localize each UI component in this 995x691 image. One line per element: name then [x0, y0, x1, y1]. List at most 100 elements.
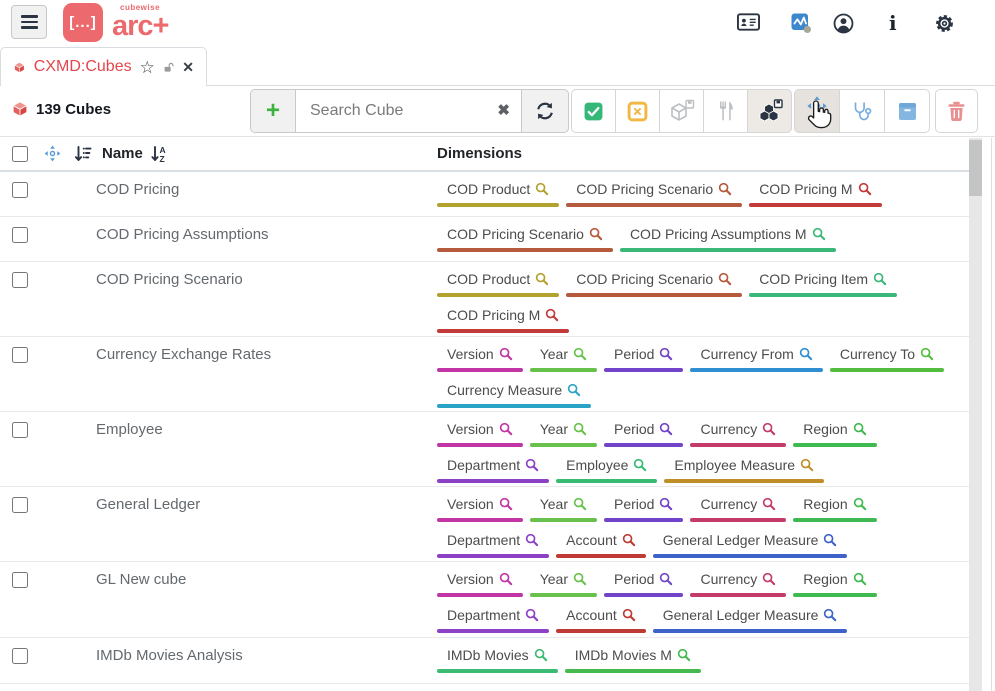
search-icon[interactable] — [622, 608, 636, 622]
dimension-chip[interactable]: Region — [793, 568, 876, 597]
search-icon[interactable] — [718, 272, 732, 286]
search-icon[interactable] — [545, 308, 559, 322]
search-icon[interactable] — [573, 422, 587, 436]
dimension-chip[interactable]: Department — [437, 454, 549, 483]
row-checkbox[interactable] — [12, 182, 28, 198]
user-icon[interactable] — [833, 13, 854, 34]
search-icon[interactable] — [535, 182, 549, 196]
search-icon[interactable] — [534, 648, 548, 662]
search-icon[interactable] — [920, 347, 934, 361]
stethoscope-button[interactable] — [839, 89, 885, 133]
row-checkbox[interactable] — [12, 648, 28, 664]
dimension-chip[interactable]: Currency From — [690, 343, 822, 372]
dimension-chip[interactable]: Department — [437, 604, 549, 633]
search-input[interactable] — [296, 90, 521, 132]
name-column-header[interactable]: Name — [102, 145, 143, 162]
clear-search-icon[interactable]: ✖ — [497, 103, 510, 118]
cube-name[interactable]: IMDb Movies Analysis — [96, 638, 437, 683]
x-square-button[interactable] — [615, 89, 660, 133]
search-icon[interactable] — [525, 608, 539, 622]
move-cube-button[interactable] — [794, 89, 840, 133]
dimension-chip[interactable]: Currency — [690, 418, 786, 447]
search-icon[interactable] — [659, 497, 673, 511]
dimension-chip[interactable]: COD Product — [437, 178, 559, 207]
sort-alpha-icon[interactable]: AZ — [149, 144, 169, 164]
dimension-chip[interactable]: Period — [604, 343, 683, 372]
select-all-checkbox[interactable] — [12, 146, 28, 162]
dimension-chip[interactable]: Period — [604, 418, 683, 447]
row-checkbox[interactable] — [12, 572, 28, 588]
search-icon[interactable] — [762, 497, 776, 511]
dimension-chip[interactable]: Currency To — [830, 343, 944, 372]
search-icon[interactable] — [589, 227, 603, 241]
search-icon[interactable] — [823, 533, 837, 547]
id-card-icon[interactable] — [737, 13, 760, 31]
search-icon[interactable] — [762, 572, 776, 586]
dimension-chip[interactable]: Version — [437, 343, 523, 372]
search-icon[interactable] — [499, 347, 513, 361]
search-icon[interactable] — [573, 347, 587, 361]
dimension-chip[interactable]: Employee — [556, 454, 657, 483]
dimension-chip[interactable]: Version — [437, 568, 523, 597]
search-icon[interactable] — [677, 648, 691, 662]
cube-name[interactable]: COD Pricing — [96, 172, 437, 216]
dimension-chip[interactable]: Year — [530, 493, 597, 522]
dimension-chip[interactable]: COD Pricing Scenario — [566, 178, 742, 207]
add-cube-button[interactable]: + — [251, 90, 295, 132]
cube-name[interactable]: Employee — [96, 412, 437, 486]
dimension-chip[interactable]: Year — [530, 418, 597, 447]
search-icon[interactable] — [499, 422, 513, 436]
dimension-chip[interactable]: Currency Measure — [437, 379, 591, 408]
cube-name[interactable]: Currency Exchange Rates — [96, 337, 437, 411]
dimension-chip[interactable]: Version — [437, 418, 523, 447]
search-icon[interactable] — [525, 533, 539, 547]
search-icon[interactable] — [823, 608, 837, 622]
search-icon[interactable] — [873, 272, 887, 286]
row-checkbox[interactable] — [12, 347, 28, 363]
settings-gear-icon[interactable] — [934, 13, 955, 34]
unlock-icon[interactable] — [163, 59, 174, 76]
close-tab-icon[interactable]: ✕ — [182, 59, 194, 76]
row-checkbox[interactable] — [12, 497, 28, 513]
refresh-button[interactable] — [522, 90, 568, 132]
row-checkbox[interactable] — [12, 272, 28, 288]
save-all-cubes-button[interactable] — [747, 89, 792, 133]
dimension-chip[interactable]: Account — [556, 604, 646, 633]
search-icon[interactable] — [853, 572, 867, 586]
favorite-star-icon[interactable]: ☆ — [140, 59, 155, 76]
search-icon[interactable] — [799, 347, 813, 361]
search-icon[interactable] — [858, 182, 872, 196]
search-icon[interactable] — [762, 422, 776, 436]
dimension-chip[interactable]: Year — [530, 343, 597, 372]
search-icon[interactable] — [573, 497, 587, 511]
search-icon[interactable] — [525, 458, 539, 472]
scrollbar-thumb[interactable] — [969, 140, 982, 196]
dimension-chip[interactable]: General Ledger Measure — [653, 529, 848, 558]
cube-name[interactable]: GL New cube — [96, 562, 437, 637]
dimension-chip[interactable]: Currency — [690, 568, 786, 597]
archive-button[interactable] — [884, 89, 930, 133]
dimension-chip[interactable]: IMDb Movies M — [565, 644, 701, 673]
dimension-chip[interactable]: COD Pricing Scenario — [566, 268, 742, 297]
utensils-button[interactable] — [703, 89, 748, 133]
search-icon[interactable] — [853, 422, 867, 436]
move-columns-icon[interactable] — [43, 144, 62, 163]
search-icon[interactable] — [535, 272, 549, 286]
dimension-chip[interactable]: Account — [556, 529, 646, 558]
activity-monitor-icon[interactable] — [791, 13, 812, 34]
search-icon[interactable] — [622, 533, 636, 547]
dimension-chip[interactable]: COD Pricing Scenario — [437, 223, 613, 252]
dimension-chip[interactable]: Version — [437, 493, 523, 522]
row-checkbox[interactable] — [12, 227, 28, 243]
search-icon[interactable] — [659, 572, 673, 586]
info-icon[interactable]: i — [889, 13, 897, 33]
search-icon[interactable] — [853, 497, 867, 511]
tab-cxmd-cubes[interactable]: CXMD:Cubes ☆ ✕ — [0, 47, 207, 86]
dimension-chip[interactable]: COD Product — [437, 268, 559, 297]
dimension-chip[interactable]: COD Pricing M — [749, 178, 881, 207]
dimension-chip[interactable]: Region — [793, 493, 876, 522]
save-cube-button[interactable] — [659, 89, 704, 133]
vertical-scrollbar[interactable] — [969, 138, 982, 691]
dimension-chip[interactable]: Region — [793, 418, 876, 447]
check-square-button[interactable] — [571, 89, 616, 133]
